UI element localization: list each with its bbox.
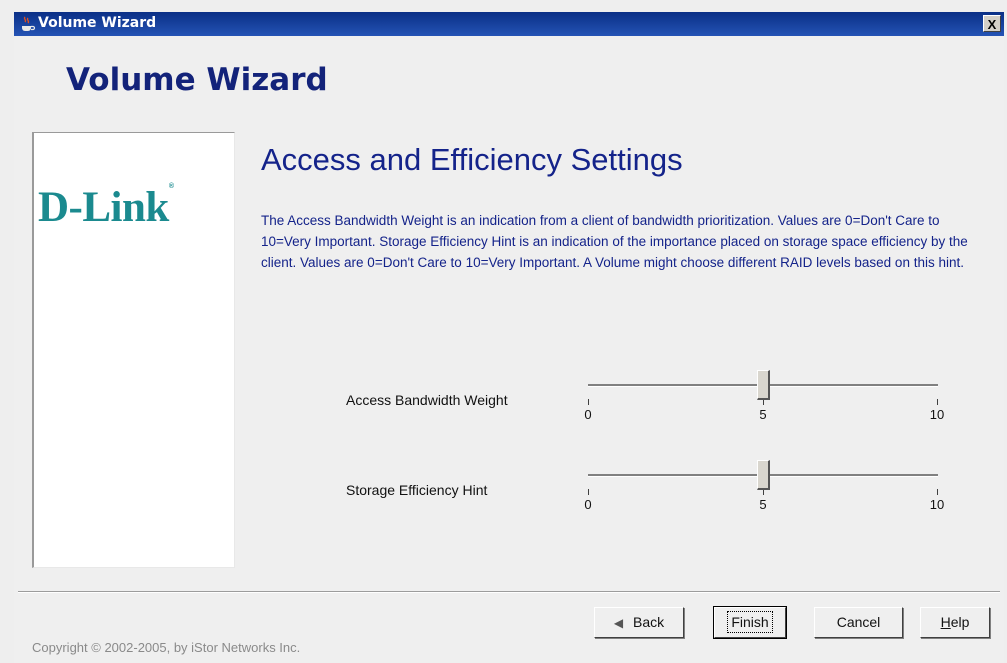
dlink-logo: D-Link®: [38, 183, 174, 231]
java-coffee-icon: [22, 16, 36, 31]
slider-tick: [937, 489, 938, 495]
copyright-text: Copyright © 2002-2005, by iStor Networks…: [32, 640, 301, 655]
wizard-window: Volume Wizard D-Link® Access and Efficie…: [14, 36, 1004, 663]
wizard-title: Volume Wizard: [66, 62, 328, 98]
tick-label-mid: 5: [759, 407, 767, 422]
logo-panel: D-Link®: [32, 132, 235, 568]
cancel-button[interactable]: Cancel: [814, 607, 903, 638]
bandwidth-weight-thumb[interactable]: [756, 370, 770, 400]
storage-efficiency-label: Storage Efficiency Hint: [346, 482, 488, 498]
back-button-label: Back: [633, 614, 665, 630]
back-arrow-icon: ◀: [613, 616, 624, 630]
finish-button[interactable]: Finish: [713, 606, 787, 639]
page-description: The Access Bandwidth Weight is an indica…: [261, 213, 968, 270]
slider-tick: [588, 489, 589, 495]
help-button[interactable]: Help: [920, 607, 990, 638]
tick-label-max: 10: [929, 407, 945, 422]
bandwidth-weight-label: Access Bandwidth Weight: [346, 392, 508, 408]
slider-tick: [937, 399, 938, 405]
tick-label-max: 10: [929, 497, 945, 512]
close-button[interactable]: X: [983, 15, 1001, 32]
close-icon: X: [987, 17, 997, 32]
back-button[interactable]: ◀ Back: [594, 607, 684, 638]
title-bar: Volume Wizard X: [14, 12, 1004, 36]
slider-tick: [588, 399, 589, 405]
tick-label-min: 0: [584, 407, 592, 422]
page-title: Access and Efficiency Settings: [261, 142, 683, 177]
tick-label-min: 0: [584, 497, 592, 512]
help-button-label: Help: [940, 614, 970, 630]
storage-efficiency-thumb[interactable]: [756, 460, 770, 490]
finish-button-label: Finish: [727, 611, 773, 633]
tick-label-mid: 5: [759, 497, 767, 512]
cancel-button-label: Cancel: [836, 614, 881, 630]
window-title: Volume Wizard: [38, 15, 157, 31]
footer-separator: [18, 591, 1000, 593]
